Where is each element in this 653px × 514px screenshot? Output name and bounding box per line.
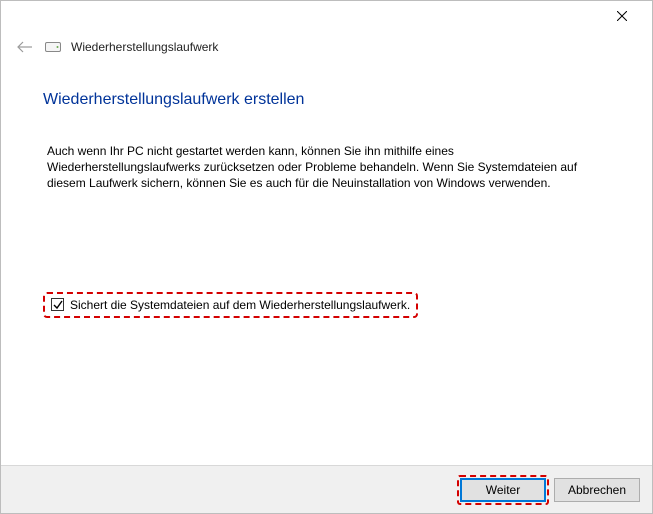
checkmark-icon <box>53 300 63 310</box>
page-heading: Wiederherstellungslaufwerk erstellen <box>43 91 610 109</box>
backup-system-files-checkbox[interactable] <box>51 298 64 311</box>
cancel-button-label: Abbrechen <box>568 483 626 497</box>
close-icon <box>617 11 627 21</box>
cancel-button[interactable]: Abbrechen <box>554 478 640 502</box>
content-area: Wiederherstellungslaufwerk erstellen Auc… <box>1 57 652 465</box>
checkbox-highlight: Sichert die Systemdateien auf dem Wieder… <box>43 292 418 318</box>
drive-icon <box>45 41 61 53</box>
header: Wiederherstellungslaufwerk <box>1 31 652 57</box>
checkbox-label: Sichert die Systemdateien auf dem Wieder… <box>70 298 410 312</box>
next-button-label: Weiter <box>486 483 520 497</box>
wizard-window: Wiederherstellungslaufwerk Wiederherstel… <box>0 0 653 514</box>
titlebar <box>1 1 652 31</box>
window-title: Wiederherstellungslaufwerk <box>71 40 218 54</box>
page-description: Auch wenn Ihr PC nicht gestartet werden … <box>43 143 610 192</box>
footer: Weiter Abbrechen <box>1 465 652 513</box>
next-button[interactable]: Weiter <box>460 478 546 502</box>
back-arrow-icon <box>17 41 33 53</box>
back-button[interactable] <box>15 37 35 57</box>
close-button[interactable] <box>602 2 642 30</box>
